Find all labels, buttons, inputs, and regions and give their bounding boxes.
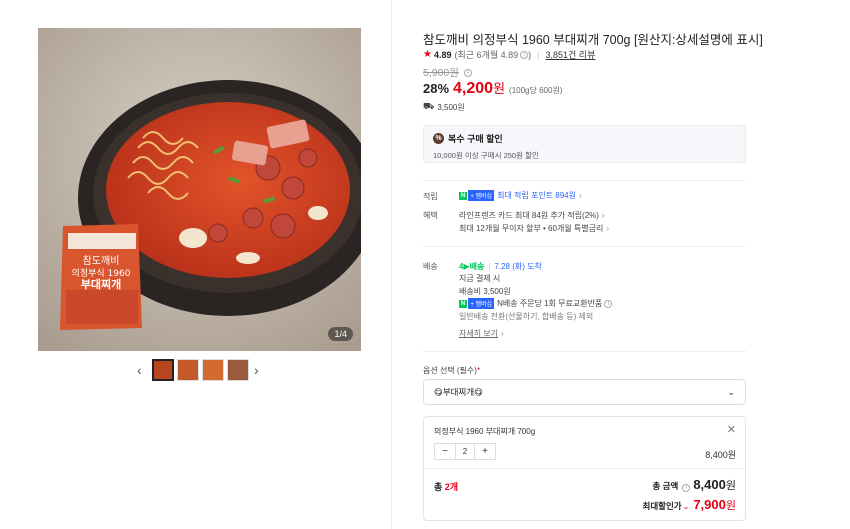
svg-text:부대찌개: 부대찌개 (81, 277, 121, 291)
max-point-row[interactable]: N + 멤버십 최대 적립 포인트 894원 › (459, 190, 582, 201)
point-label: 적립 (423, 192, 438, 201)
shipping-fee: 3,500원 (437, 102, 465, 112)
rating-recent-close: ) (528, 49, 532, 60)
divider (423, 180, 746, 181)
product-title: 참도깨비 의정부식 1960 부대찌개 700g [원산지:상세설명에 표시] (423, 33, 763, 47)
option-label-text: 옵션 선택 (필수) (423, 366, 477, 375)
star-icon: ★ (423, 49, 432, 60)
chevron-down-icon: ⌄ (727, 386, 735, 397)
option-selected-value: 😋부대찌개😋 (434, 387, 484, 397)
rating-recent: (최근 6개월 4.89 (454, 50, 519, 60)
delivery-badge: 4▶배송 (459, 262, 485, 271)
delivery-label: 배송 (423, 262, 438, 271)
info-icon[interactable]: i (604, 299, 613, 308)
delivery-note: 일반배송 전환(선물하기, 합배송 등) 제외 (459, 312, 594, 321)
total-amount-value: 8,400 (693, 477, 726, 492)
thumbnail-4[interactable] (227, 359, 249, 381)
selected-option-price: 8,400원 (705, 450, 736, 460)
total-amount-unit: 원 (725, 480, 736, 492)
product-main-image[interactable]: 참도깨비 의정부식 1960 부대찌개 1/4 (38, 28, 361, 351)
option-label: 옵션 선택 (필수)* (423, 365, 480, 376)
coupon-title: 복수 구매 할인 (448, 134, 503, 144)
chevron-right-icon: › (501, 329, 504, 338)
chevron-down-icon: ⌄ (682, 502, 690, 511)
selected-option-name: 의정부식 1960 부대찌개 700g (434, 427, 536, 436)
divider (423, 351, 746, 352)
max-discount-label: 최대할인가 (642, 501, 682, 511)
separator: | (537, 49, 540, 60)
thumbnail-strip (152, 359, 249, 381)
order-time: 지금 결제 시 (459, 274, 501, 283)
quantity-stepper: − 2 + (434, 443, 496, 460)
max-discount-value: 7,900 (693, 497, 726, 512)
stew-illustration: 참도깨비 의정부식 1960 부대찌개 (38, 28, 361, 351)
divider (423, 246, 746, 247)
unit-price: (100g당 600원) (509, 86, 563, 95)
close-icon[interactable]: ✕ (727, 423, 736, 436)
delivery-detail-link[interactable]: 자세히 보기 › (459, 328, 504, 339)
info-icon[interactable]: i (682, 484, 691, 492)
quantity-value[interactable]: 2 (455, 444, 475, 459)
total-count-value: 2개 (444, 482, 459, 492)
chevron-right-icon: › (578, 191, 582, 200)
discount-rate: 28% (423, 81, 450, 96)
return-text: N배송 주문당 1회 무료교환반품 (497, 299, 603, 308)
divider (424, 468, 745, 469)
sale-price: 4,200 (453, 80, 494, 97)
column-divider (391, 0, 392, 529)
delivery-fee: 배송비 3,500원 (459, 287, 511, 296)
thumbnail-2[interactable] (177, 359, 199, 381)
image-page-indicator: 1/4 (328, 327, 353, 341)
gallery-next-arrow-icon[interactable]: › (254, 362, 259, 378)
npay-membership-badge: + 멤버십 (468, 190, 495, 201)
arrival-date: 7.28 (화) 도착 (494, 262, 542, 271)
npay-n-badge: N (459, 191, 468, 200)
return-row: N + 멤버십 N배송 주문당 1회 무료교환반품 i (459, 298, 613, 309)
separator: | (488, 262, 491, 271)
coupon-desc: 10,000원 이상 구매시 250원 할인 (433, 151, 539, 160)
npay-n-badge: N (459, 299, 468, 308)
delivery-arrival-row: 4▶배송 | 7.28 (화) 도착 (459, 261, 542, 272)
total-amount-row: 총 금액 i 8,400 원 (652, 477, 736, 493)
chevron-right-icon: › (601, 211, 605, 220)
installment-row[interactable]: 최대 12개월 무이자 할부 • 60개월 특별금리 › (459, 223, 609, 234)
decrease-button[interactable]: − (435, 444, 455, 459)
max-discount-unit: 원 (725, 500, 736, 512)
shipping-fee-row: ⛟ 3,500원 (423, 101, 465, 113)
max-discount-row[interactable]: 최대할인가 ⌄ 7,900 원 (643, 497, 736, 513)
price-info-icon[interactable]: i (463, 68, 472, 77)
total-amount-label: 총 금액 (652, 481, 679, 491)
selected-option-box: 의정부식 1960 부대찌개 700g ✕ − 2 + 8,400원 총 2개 … (423, 416, 746, 521)
increase-button[interactable]: + (475, 444, 495, 459)
gallery-prev-arrow-icon[interactable]: ‹ (137, 362, 142, 378)
discount-percent-icon: % (433, 133, 444, 144)
detail-link-text[interactable]: 자세히 보기 (459, 328, 498, 339)
total-count-label: 총 (434, 482, 443, 492)
review-count-link[interactable]: 3,851건 리뷰 (545, 48, 595, 61)
info-icon[interactable]: i (520, 50, 529, 59)
price-row: 28% 4,200 원 (100g당 600원) (423, 78, 562, 98)
max-point-text: 최대 적립 포인트 894원 (497, 191, 576, 200)
total-count: 총 2개 (434, 480, 458, 493)
truck-icon: ⛟ (423, 101, 435, 111)
npay-membership-badge: + 멤버십 (468, 298, 495, 309)
thumbnail-3[interactable] (202, 359, 224, 381)
required-mark: * (476, 366, 481, 375)
sale-price-unit: 원 (493, 81, 506, 96)
card-benefit-row[interactable]: 라인프렌즈 카드 최대 84원 추가 적립(2%) › (459, 210, 605, 221)
chevron-right-icon: › (606, 224, 610, 233)
multi-buy-discount-box: % 복수 구매 할인 10,000원 이상 구매시 250원 할인 (423, 125, 746, 163)
card-benefit-text: 라인프렌즈 카드 최대 84원 추가 적립(2%) (459, 211, 599, 220)
rating-row: ★ 4.89 (최근 6개월 4.89 i ) | 3,851건 리뷰 (423, 48, 595, 61)
thumbnail-1[interactable] (152, 359, 174, 381)
svg-text:참도깨비: 참도깨비 (83, 255, 120, 267)
rating-score: 4.89 (433, 49, 452, 60)
option-select[interactable]: 😋부대찌개😋 ⌄ (423, 379, 746, 405)
installment-text: 최대 12개월 무이자 할부 • 60개월 특별금리 (459, 224, 604, 233)
benefit-label: 혜택 (423, 211, 438, 220)
